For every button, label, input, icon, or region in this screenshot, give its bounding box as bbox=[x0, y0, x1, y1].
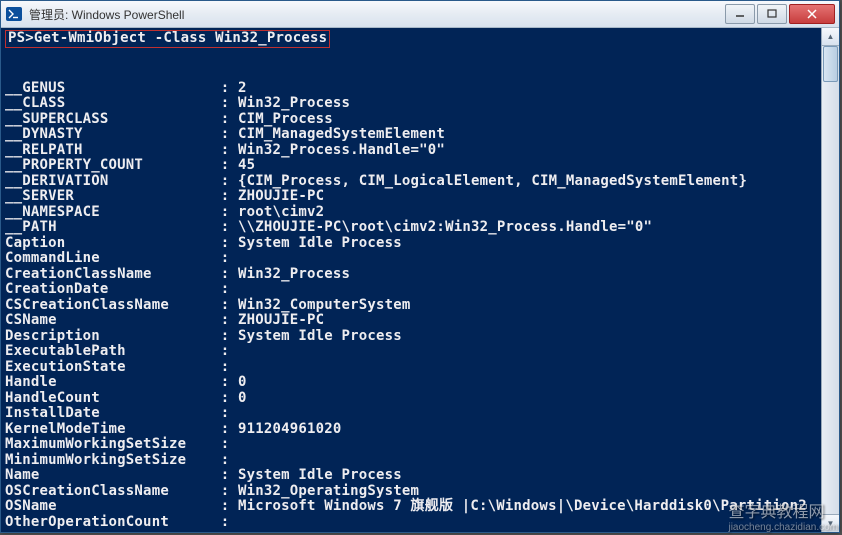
scroll-up-arrow[interactable]: ▲ bbox=[822, 28, 839, 46]
output-row: InstallDate : bbox=[5, 405, 238, 421]
vertical-scrollbar[interactable]: ▲ ▼ bbox=[821, 28, 839, 532]
output-row: MinimumWorkingSetSize : bbox=[5, 452, 238, 468]
output-row: Handle : 0 bbox=[5, 374, 247, 390]
output-row: __PATH : \\ZHOUJIE-PC\root\cimv2:Win32_P… bbox=[5, 219, 652, 235]
scroll-thumb[interactable] bbox=[823, 46, 838, 82]
window-title: 管理员: Windows PowerShell bbox=[29, 6, 723, 23]
output-row: __CLASS : Win32_Process bbox=[5, 95, 350, 111]
output-row: __SERVER : ZHOUJIE-PC bbox=[5, 188, 324, 204]
output-row: __PROPERTY_COUNT : 45 bbox=[5, 157, 255, 173]
output-row-truncated: OtherOperationCount : bbox=[5, 514, 229, 530]
minimize-button[interactable] bbox=[725, 4, 755, 24]
output-row: KernelModeTime : 911204961020 bbox=[5, 421, 342, 437]
output-row: Caption : System Idle Process bbox=[5, 235, 402, 251]
close-button[interactable] bbox=[789, 4, 835, 24]
output-row: MaximumWorkingSetSize : bbox=[5, 436, 238, 452]
window-controls bbox=[723, 4, 835, 24]
output-row: Description : System Idle Process bbox=[5, 328, 402, 344]
output-row: __GENUS : 2 bbox=[5, 80, 247, 96]
output-row: Name : System Idle Process bbox=[5, 467, 402, 483]
output-row: ExecutablePath : bbox=[5, 343, 238, 359]
output-row: HandleCount : 0 bbox=[5, 390, 247, 406]
output-row: __SUPERCLASS : CIM_Process bbox=[5, 111, 333, 127]
powershell-window: 管理员: Windows PowerShell PS>Get-WmiObject… bbox=[0, 0, 840, 533]
title-bar[interactable]: 管理员: Windows PowerShell bbox=[1, 1, 839, 28]
output-row: __RELPATH : Win32_Process.Handle="0" bbox=[5, 142, 445, 158]
output-row: CSName : ZHOUJIE-PC bbox=[5, 312, 324, 328]
terminal-area: PS>Get-WmiObject -Class Win32_Process __… bbox=[1, 28, 839, 532]
output-row: OSName : Microsoft Windows 7 旗舰版 |C:\Win… bbox=[5, 498, 807, 514]
output-row: ExecutionState : bbox=[5, 359, 238, 375]
output-row: __NAMESPACE : root\cimv2 bbox=[5, 204, 324, 220]
terminal-output[interactable]: PS>Get-WmiObject -Class Win32_Process __… bbox=[1, 28, 821, 532]
output-row: CommandLine : bbox=[5, 250, 238, 266]
scroll-track[interactable] bbox=[822, 46, 839, 514]
powershell-icon bbox=[5, 5, 23, 23]
output-row: __DERIVATION : {CIM_Process, CIM_Logical… bbox=[5, 173, 747, 189]
output-row: __DYNASTY : CIM_ManagedSystemElement bbox=[5, 126, 445, 142]
scroll-down-arrow[interactable]: ▼ bbox=[822, 514, 839, 532]
output-row: CreationDate : bbox=[5, 281, 238, 297]
output-row: CreationClassName : Win32_Process bbox=[5, 266, 350, 282]
command-line-highlight: PS>Get-WmiObject -Class Win32_Process bbox=[5, 30, 330, 48]
output-row: CSCreationClassName : Win32_ComputerSyst… bbox=[5, 297, 411, 313]
output-row: OSCreationClassName : Win32_OperatingSys… bbox=[5, 483, 419, 499]
maximize-button[interactable] bbox=[757, 4, 787, 24]
